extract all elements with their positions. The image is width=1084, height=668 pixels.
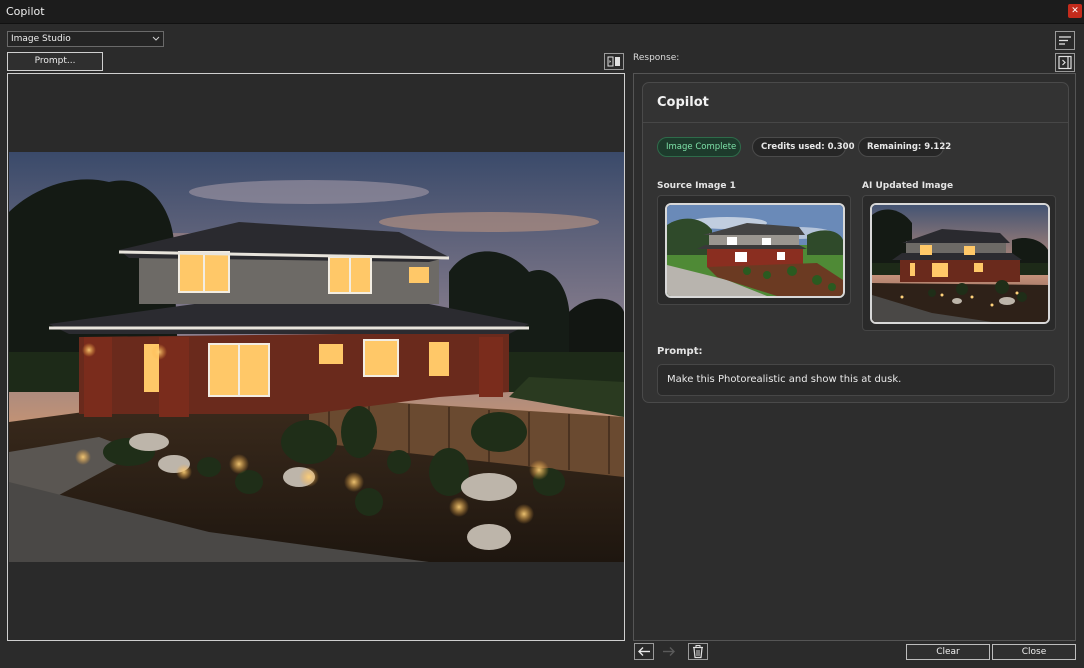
remaining-credits-badge: Remaining: 9.122 bbox=[858, 137, 951, 157]
swap-panel-icon bbox=[607, 56, 620, 67]
prompt-button[interactable]: Prompt... bbox=[7, 52, 103, 71]
source-image-frame bbox=[657, 195, 851, 305]
card-title: Copilot bbox=[643, 83, 1068, 123]
copilot-response-card: Copilot Image Complete Credits used: 0.3… bbox=[642, 82, 1069, 403]
arrow-right-icon bbox=[663, 647, 675, 656]
ai-updated-house-image bbox=[872, 205, 1048, 322]
source-image-label: Source Image 1 bbox=[657, 181, 736, 191]
mode-select[interactable]: Image Studio bbox=[7, 31, 164, 47]
response-label: Response: bbox=[633, 53, 680, 63]
image-viewer[interactable] bbox=[7, 73, 625, 641]
close-icon[interactable]: ✕ bbox=[1068, 4, 1082, 18]
title-bar: Copilot ✕ bbox=[0, 0, 1084, 24]
sort-button[interactable] bbox=[1055, 31, 1075, 50]
ai-updated-image-thumbnail[interactable] bbox=[870, 203, 1050, 324]
copilot-window: Copilot ✕ Image Studio Prompt... Respons… bbox=[0, 0, 1084, 668]
swap-panel-button[interactable] bbox=[604, 53, 624, 70]
prompt-text-box: Make this Photorealistic and show this a… bbox=[657, 364, 1055, 396]
source-house-image bbox=[667, 205, 843, 296]
response-pane: Copilot Image Complete Credits used: 0.3… bbox=[633, 73, 1076, 641]
chevron-down-icon bbox=[152, 36, 160, 41]
forward-button[interactable] bbox=[659, 643, 679, 660]
clear-button[interactable]: Clear bbox=[906, 644, 990, 660]
back-button[interactable] bbox=[634, 643, 654, 660]
credits-used-badge: Credits used: 0.300 bbox=[752, 137, 854, 157]
prompt-label: Prompt: bbox=[657, 346, 703, 357]
trash-icon bbox=[693, 645, 703, 659]
sort-lines-icon bbox=[1059, 36, 1071, 45]
window-title: Copilot bbox=[6, 5, 45, 18]
status-badge: Image Complete bbox=[657, 137, 741, 157]
arrow-left-icon bbox=[638, 647, 650, 656]
source-image-thumbnail[interactable] bbox=[665, 203, 845, 298]
mode-select-value: Image Studio bbox=[11, 34, 71, 44]
ai-updated-image-label: AI Updated Image bbox=[862, 181, 954, 191]
collapse-panel-icon bbox=[1058, 55, 1072, 70]
close-button[interactable]: Close bbox=[992, 644, 1076, 660]
ai-updated-image-frame bbox=[862, 195, 1056, 331]
delete-button[interactable] bbox=[688, 643, 708, 660]
rendered-house-image bbox=[9, 152, 624, 562]
collapse-panel-button[interactable] bbox=[1055, 53, 1075, 72]
